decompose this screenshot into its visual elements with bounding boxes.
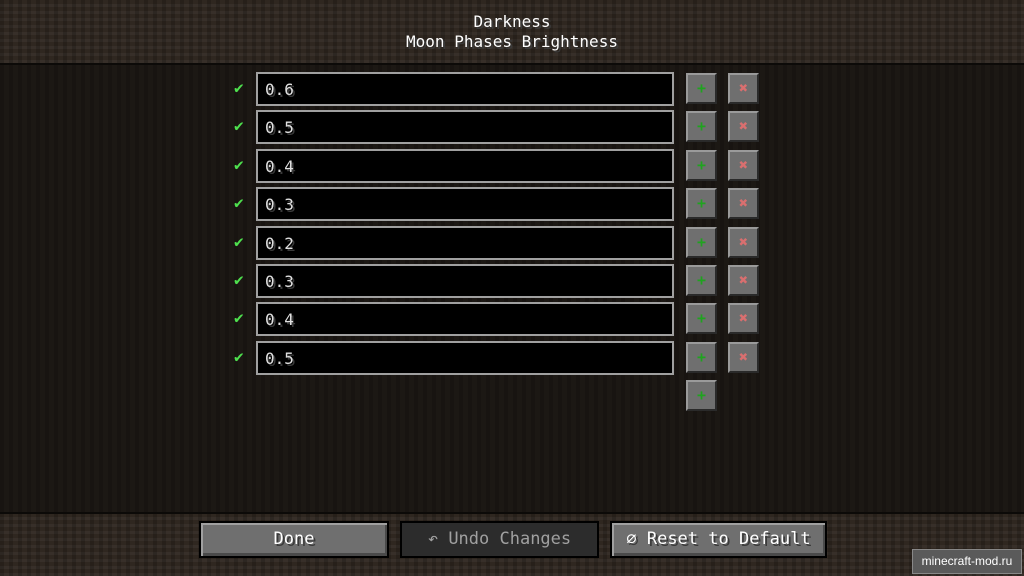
done-button[interactable]: Done bbox=[199, 521, 389, 558]
insert-entry-button[interactable]: + bbox=[686, 341, 717, 373]
entry-value-input[interactable]: 0.3 bbox=[256, 264, 674, 298]
list-entry: ✔ 0.6 + ✖ bbox=[230, 72, 770, 106]
screen-subtitle: Moon Phases Brightness bbox=[406, 32, 618, 51]
list-entry: ✔ 0.3 + ✖ bbox=[230, 264, 770, 298]
remove-entry-button[interactable]: ✖ bbox=[728, 149, 759, 181]
plus-icon: + bbox=[696, 309, 707, 328]
valid-check-icon: ✔ bbox=[234, 116, 244, 136]
plus-icon: + bbox=[696, 117, 707, 136]
plus-icon: + bbox=[696, 347, 707, 366]
list-entry: ✔ 0.5 + ✖ bbox=[230, 340, 770, 375]
plus-icon: + bbox=[696, 232, 707, 251]
plus-icon: + bbox=[696, 271, 707, 289]
valid-check-icon: ✔ bbox=[234, 270, 244, 289]
remove-icon: ✖ bbox=[738, 309, 749, 328]
insert-entry-button[interactable]: + bbox=[686, 73, 717, 104]
remove-icon: ✖ bbox=[738, 271, 749, 289]
list-entry: ✔ 0.4 + ✖ bbox=[230, 302, 770, 337]
remove-entry-button[interactable]: ✖ bbox=[728, 188, 759, 220]
insert-entry-button[interactable]: + bbox=[686, 149, 717, 181]
remove-entry-button[interactable]: ✖ bbox=[728, 226, 759, 258]
header: Darkness Moon Phases Brightness bbox=[0, 0, 1024, 65]
insert-entry-button[interactable]: + bbox=[686, 303, 717, 335]
undo-changes-button[interactable]: ↶ Undo Changes bbox=[400, 521, 599, 558]
insert-entry-button[interactable]: + bbox=[686, 265, 717, 296]
plus-icon: + bbox=[696, 79, 707, 97]
remove-entry-button[interactable]: ✖ bbox=[728, 73, 759, 104]
remove-icon: ✖ bbox=[738, 155, 749, 174]
valid-check-icon: ✔ bbox=[234, 78, 244, 97]
plus-icon: + bbox=[696, 194, 707, 213]
entry-value-input[interactable]: 0.4 bbox=[256, 302, 674, 337]
entry-value-input[interactable]: 0.5 bbox=[256, 340, 674, 375]
list-entry: ✔ 0.4 + ✖ bbox=[230, 148, 770, 183]
valid-check-icon: ✔ bbox=[234, 308, 244, 328]
plus-icon: + bbox=[696, 155, 707, 174]
insert-entry-button[interactable]: + bbox=[686, 111, 717, 143]
plus-icon: + bbox=[696, 386, 707, 404]
list-entry: ✔ 0.5 + ✖ bbox=[230, 110, 770, 145]
remove-entry-button[interactable]: ✖ bbox=[728, 341, 759, 373]
add-entry-button[interactable]: + bbox=[686, 380, 717, 411]
entry-value-input[interactable]: 0.2 bbox=[256, 225, 674, 260]
list-entry: ✔ 0.3 + ✖ bbox=[230, 187, 770, 222]
valid-check-icon: ✔ bbox=[234, 231, 244, 251]
insert-entry-button[interactable]: + bbox=[686, 188, 717, 220]
remove-icon: ✖ bbox=[738, 232, 749, 251]
entry-value-input[interactable]: 0.4 bbox=[256, 148, 674, 183]
screen-title: Darkness bbox=[473, 12, 551, 31]
entry-value-input[interactable]: 0.6 bbox=[256, 72, 674, 106]
remove-icon: ✖ bbox=[738, 79, 749, 97]
entry-value-input[interactable]: 0.3 bbox=[256, 187, 674, 222]
reset-to-default-button[interactable]: ⌀ Reset to Default bbox=[610, 521, 827, 558]
remove-entry-button[interactable]: ✖ bbox=[728, 111, 759, 143]
valid-check-icon: ✔ bbox=[234, 346, 244, 366]
remove-icon: ✖ bbox=[738, 347, 749, 366]
remove-entry-button[interactable]: ✖ bbox=[728, 265, 759, 296]
remove-icon: ✖ bbox=[738, 117, 749, 136]
watermark: minecraft-mod.ru bbox=[912, 549, 1022, 574]
list-entry: ✔ 0.2 + ✖ bbox=[230, 225, 770, 260]
valid-check-icon: ✔ bbox=[234, 193, 244, 213]
valid-check-icon: ✔ bbox=[234, 154, 244, 174]
remove-icon: ✖ bbox=[738, 194, 749, 213]
remove-entry-button[interactable]: ✖ bbox=[728, 303, 759, 335]
insert-entry-button[interactable]: + bbox=[686, 226, 717, 258]
entry-value-input[interactable]: 0.5 bbox=[256, 110, 674, 145]
